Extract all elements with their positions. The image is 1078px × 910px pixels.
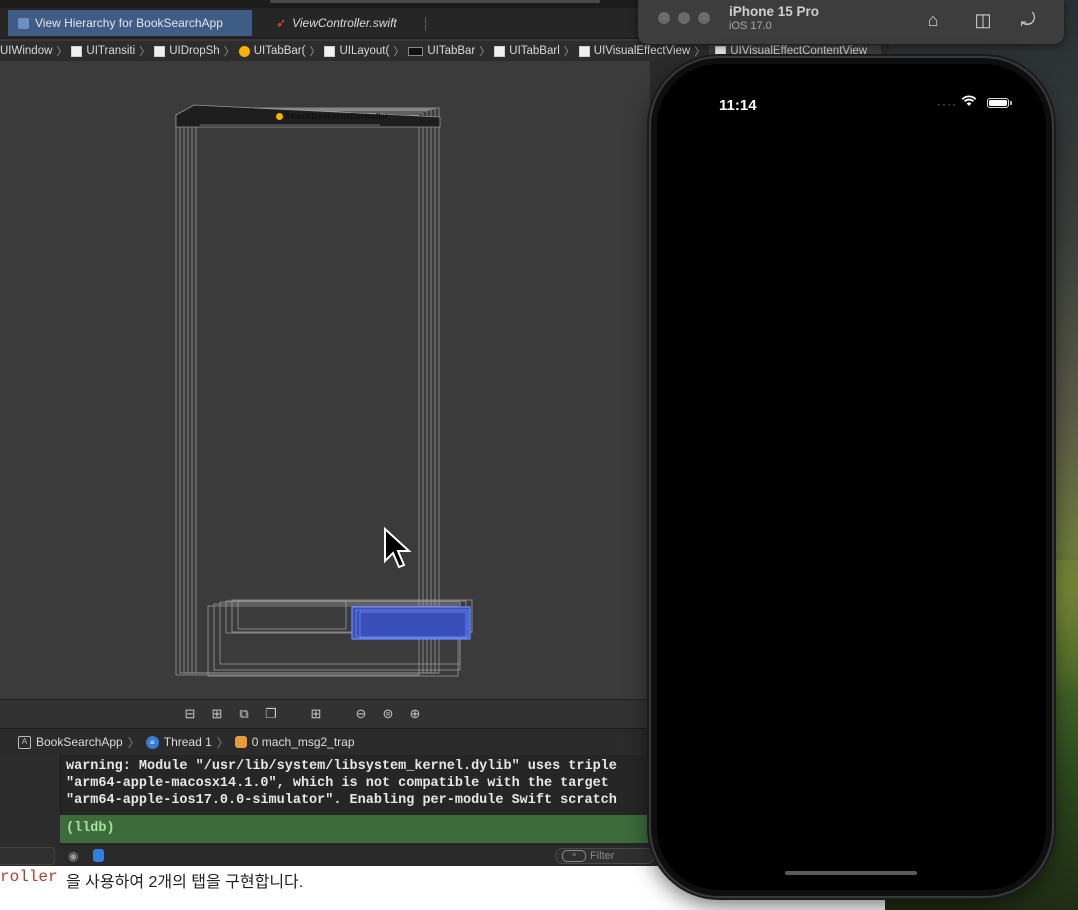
- layer-frame: [179, 112, 424, 674]
- output-toggle-icon[interactable]: [93, 849, 104, 862]
- layer-stack[interactable]: [0, 61, 650, 699]
- jump-bar-item-selected[interactable]: UIVisualEffectContentView: [709, 45, 882, 57]
- console-filter-input[interactable]: ≡ Filter: [555, 848, 655, 864]
- tab-separator: [425, 17, 426, 31]
- layer-frame: [195, 107, 440, 674]
- jump-bar-item[interactable]: UITransiti 〉: [71, 43, 154, 59]
- tab-label: View Hierarchy for BookSearchApp: [35, 16, 223, 30]
- xcode-window: View Hierarchy for BookSearchApp ➶ ViewC…: [0, 0, 655, 866]
- simulator-screen[interactable]: 11:14 ····: [657, 64, 1046, 890]
- eye-icon[interactable]: ◉: [68, 849, 78, 863]
- clip-content-icon[interactable]: ⊟: [182, 706, 198, 722]
- thread-icon: ≡: [145, 735, 159, 749]
- adjust-view-mode-icon[interactable]: ⧉: [236, 706, 252, 722]
- tab-viewcontroller-swift[interactable]: ➶ ViewController.swift: [266, 10, 416, 36]
- view-hierarchy-icon: [18, 17, 29, 29]
- variables-pane: [0, 755, 61, 866]
- cellular-icon: ····: [937, 97, 957, 111]
- simulator-device-name: iPhone 15 Pro: [729, 4, 820, 19]
- battery-icon: [987, 98, 1012, 108]
- close-window-button[interactable]: [658, 12, 670, 24]
- orient-3d-icon[interactable]: ⊞: [308, 706, 324, 722]
- view-controller-icon: [276, 113, 283, 121]
- canvas-toolbar: ⊟ ⊞ ⧉ ❐ ⊞ ⊖ ⊜ ⊕: [0, 699, 650, 728]
- console-input-row[interactable]: (lldb): [60, 815, 650, 843]
- controller-layer-label: SearchBookViewController: [276, 112, 388, 121]
- zoom-actual-icon[interactable]: ⊜: [380, 706, 396, 722]
- debug-bar: A BookSearchApp 〉 ≡ Thread 1 〉 0 mach_ms…: [0, 728, 650, 755]
- app-icon: A: [18, 735, 31, 749]
- view-icon: [494, 45, 506, 57]
- view-icon: [71, 45, 83, 57]
- window-top-edge: [0, 0, 650, 8]
- debug-frame-crumb[interactable]: 0 mach_msg2_trap: [234, 735, 355, 749]
- simulator-os-version: iOS 17.0: [729, 20, 772, 32]
- rotate-icon[interactable]: ⤾: [1016, 8, 1040, 32]
- jump-bar-item[interactable]: UITabBarl 〉: [494, 43, 579, 59]
- debug-app-crumb[interactable]: A BookSearchApp 〉: [18, 734, 140, 751]
- layer-frame: [187, 109, 432, 674]
- tab-item-layer: [237, 600, 347, 630]
- controller-icon: [238, 45, 250, 57]
- doc-text: 을 사용하여 2개의 탭을 구현합니다.: [66, 874, 304, 891]
- home-icon[interactable]: ⌂: [921, 8, 945, 32]
- tab-label: ViewController.swift: [292, 16, 397, 30]
- screenshot-icon[interactable]: ◫: [971, 8, 995, 32]
- view-hierarchy-canvas[interactable]: SearchBookViewController: [0, 61, 650, 699]
- home-indicator[interactable]: [785, 871, 917, 875]
- layer-frame: [175, 114, 420, 676]
- variables-filter-field[interactable]: [0, 847, 55, 865]
- show-constraints-icon[interactable]: ⊞: [209, 706, 225, 722]
- change-tracking-icon[interactable]: ❐: [263, 706, 279, 722]
- editor-tab-bar: View Hierarchy for BookSearchApp ➶ ViewC…: [0, 8, 650, 39]
- view-icon: [578, 45, 590, 57]
- console-footer: ◉ ≡ Filter: [60, 846, 655, 866]
- lldb-prompt: (lldb): [66, 821, 115, 836]
- jump-bar-item[interactable]: UITabBar 〉: [408, 43, 494, 59]
- layer-frame: [191, 108, 436, 674]
- iphone-simulator: 11:14 ····: [651, 58, 1052, 896]
- doc-code-fragment: roller: [0, 868, 58, 886]
- zoom-window-button[interactable]: [698, 12, 710, 24]
- stack-frame-icon: [234, 736, 247, 748]
- zoom-out-icon[interactable]: ⊖: [353, 706, 369, 722]
- minimize-window-button[interactable]: [678, 12, 690, 24]
- view-icon: [324, 45, 336, 57]
- debug-console: warning: Module "/usr/lib/system/libsyst…: [0, 755, 655, 866]
- tab-view-hierarchy[interactable]: View Hierarchy for BookSearchApp: [8, 10, 252, 36]
- jump-bar-item[interactable]: UILayout(〉: [324, 43, 408, 59]
- mouse-pointer-icon: [384, 527, 412, 569]
- jump-bar-item[interactable]: UIWindow 〉: [0, 43, 71, 59]
- jump-bar-item[interactable]: UITabBar(〉: [238, 43, 325, 59]
- jump-bar-item[interactable]: UIVisualEffectView 〉: [578, 43, 710, 59]
- selected-layer[interactable]: [351, 606, 471, 640]
- tabbar-icon: [408, 46, 424, 56]
- debug-thread-crumb[interactable]: ≡ Thread 1 〉: [145, 734, 229, 751]
- console-output: warning: Module "/usr/lib/system/libsyst…: [66, 759, 617, 808]
- layer-frame: [183, 110, 428, 674]
- zoom-in-icon[interactable]: ⊕: [407, 706, 423, 722]
- jump-bar-item[interactable]: UIDropSh 〉: [154, 43, 239, 59]
- filter-icon: ≡: [562, 850, 586, 862]
- view-icon: [154, 45, 166, 57]
- wifi-icon: [961, 95, 977, 106]
- swift-icon: ➶: [276, 16, 287, 30]
- status-bar-time: 11:14: [719, 97, 757, 114]
- simulator-title-bar: iPhone 15 Pro iOS 17.0 ⌂ ◫ ⤾: [638, 0, 1064, 44]
- view-icon: [715, 45, 727, 57]
